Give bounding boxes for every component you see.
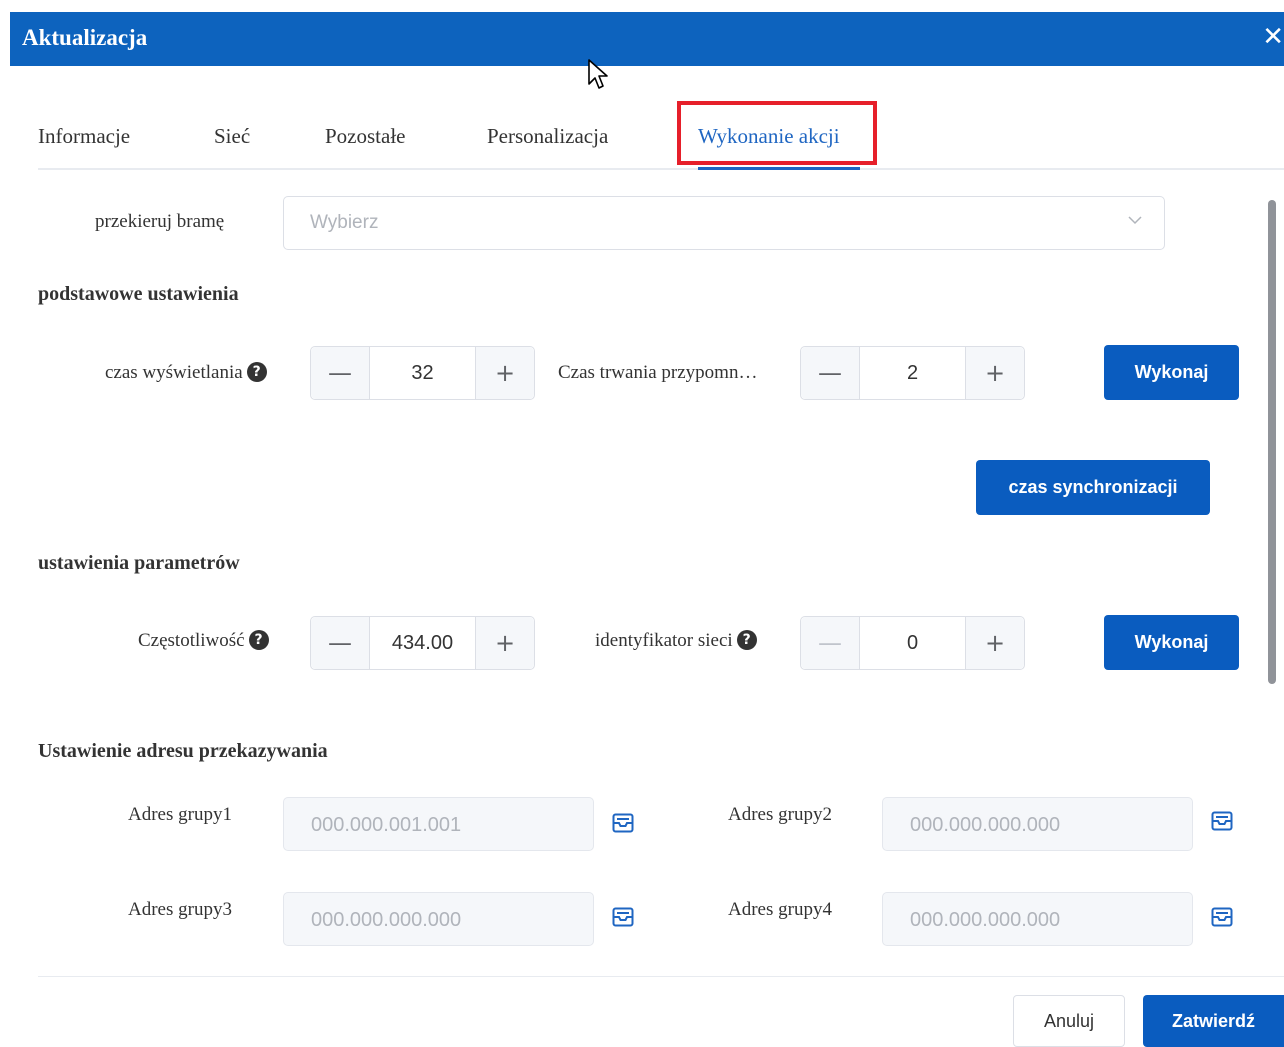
gateway-placeholder: Wybierz: [310, 212, 379, 233]
inbox-icon[interactable]: [1211, 811, 1233, 831]
dialog-title: Aktualizacja: [22, 25, 148, 50]
inbox-icon[interactable]: [1211, 907, 1233, 927]
display-time-stepper: — 32 +: [310, 346, 535, 400]
group-address-2-value: 000.000.000.000: [910, 814, 1061, 836]
tab-siec[interactable]: Sieć: [214, 124, 250, 149]
dialog-header: Aktualizacja ✕: [10, 12, 1284, 66]
network-id-input[interactable]: 0: [859, 617, 966, 669]
help-icon[interactable]: ?: [736, 630, 757, 650]
gateway-select[interactable]: Wybierz: [283, 196, 1165, 250]
basic-settings-heading: podstawowe ustawienia: [38, 283, 239, 305]
forwarding-heading: Ustawienie adresu przekazywania: [38, 740, 328, 762]
frequency-label-wrap: Częstotliwość?: [138, 630, 269, 652]
group-address-4-value: 000.000.000.000: [910, 909, 1061, 931]
frequency-input[interactable]: 434.00: [369, 617, 476, 669]
tab-pozostale[interactable]: Pozostałe: [325, 124, 405, 149]
tab-bar: Informacje Sieć Pozostałe Personalizacja…: [38, 108, 1284, 170]
reminder-input[interactable]: 2: [859, 347, 966, 399]
vertical-scrollbar[interactable]: [1268, 200, 1276, 684]
reminder-increment-button[interactable]: +: [965, 347, 1024, 399]
tab-divider: [38, 168, 1284, 170]
execute-basic-button[interactable]: Wykonaj: [1104, 345, 1239, 400]
group-address-3-label: Adres grupy3: [128, 899, 232, 920]
cancel-button[interactable]: Anuluj: [1013, 995, 1125, 1047]
display-time-label: czas wyświetlania: [105, 362, 243, 383]
execute-params-button[interactable]: Wykonaj: [1104, 615, 1239, 670]
group-address-1-value: 000.000.001.001: [311, 814, 462, 836]
submit-button[interactable]: Zatwierdź: [1143, 995, 1284, 1047]
inbox-icon[interactable]: [612, 907, 634, 927]
inbox-icon[interactable]: [612, 813, 634, 833]
group-address-2-input[interactable]: 000.000.000.000: [882, 797, 1193, 851]
display-time-input[interactable]: 32: [369, 347, 476, 399]
reminder-stepper: — 2 +: [800, 346, 1025, 400]
gateway-label: przekieruj bramę: [95, 211, 225, 232]
frequency-label: Częstotliwość: [138, 630, 245, 651]
network-id-decrement-button[interactable]: —: [801, 617, 860, 669]
frequency-increment-button[interactable]: +: [475, 617, 534, 669]
group-address-4-label: Adres grupy4: [728, 899, 832, 920]
tab-personalizacja[interactable]: Personalizacja: [487, 124, 608, 149]
network-id-label: identyfikator sieci: [595, 630, 733, 651]
footer-divider: [38, 976, 1284, 977]
network-id-label-wrap: identyfikator sieci?: [595, 630, 757, 652]
tab-highlight-box: [677, 101, 877, 165]
parameter-settings-heading: ustawienia parametrów: [38, 552, 240, 574]
mouse-cursor-icon: [588, 59, 608, 89]
group-address-2-label: Adres grupy2: [728, 804, 832, 825]
reminder-label: Czas trwania przypomn…: [558, 362, 758, 383]
display-time-decrement-button[interactable]: —: [311, 347, 370, 399]
frequency-decrement-button[interactable]: —: [311, 617, 370, 669]
active-tab-indicator: [698, 167, 860, 170]
display-time-label-wrap: czas wyświetlania?: [105, 362, 267, 384]
help-icon[interactable]: ?: [248, 630, 269, 650]
chevron-down-icon: [1128, 216, 1142, 225]
group-address-1-input[interactable]: 000.000.001.001: [283, 797, 594, 851]
display-time-increment-button[interactable]: +: [475, 347, 534, 399]
group-address-4-input[interactable]: 000.000.000.000: [882, 892, 1193, 946]
network-id-increment-button[interactable]: +: [965, 617, 1024, 669]
reminder-decrement-button[interactable]: —: [801, 347, 860, 399]
group-address-3-input[interactable]: 000.000.000.000: [283, 892, 594, 946]
sync-time-button[interactable]: czas synchronizacji: [976, 460, 1210, 515]
close-icon[interactable]: ✕: [1262, 22, 1284, 52]
group-address-1-label: Adres grupy1: [128, 804, 232, 825]
network-id-stepper: — 0 +: [800, 616, 1025, 670]
group-address-3-value: 000.000.000.000: [311, 909, 462, 931]
help-icon[interactable]: ?: [246, 362, 267, 382]
tab-informacje[interactable]: Informacje: [38, 124, 130, 149]
frequency-stepper: — 434.00 +: [310, 616, 535, 670]
